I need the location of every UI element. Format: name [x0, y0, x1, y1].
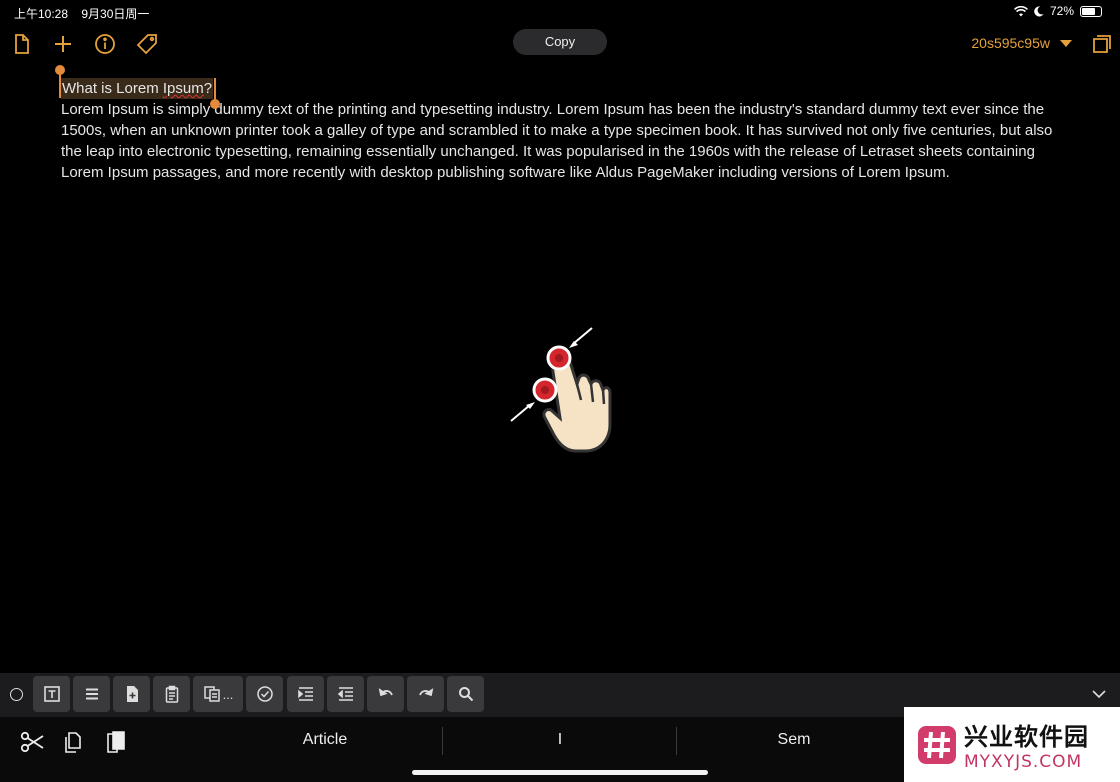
- body-paragraph[interactable]: Lorem Ipsum is simply dummy text of the …: [61, 99, 1061, 183]
- document-name[interactable]: 20s595c95w: [971, 35, 1050, 51]
- battery-percent: 72%: [1049, 4, 1074, 18]
- pinch-gesture-icon: [510, 327, 612, 453]
- selection-end-caret: [214, 78, 217, 100]
- collapse-keyboard-icon[interactable]: [1090, 685, 1108, 703]
- outdent-icon[interactable]: [327, 676, 364, 712]
- search-icon[interactable]: [447, 676, 484, 712]
- redo-icon[interactable]: [407, 676, 444, 712]
- site-watermark: 兴业软件园 MYXYJS.COM: [904, 707, 1120, 782]
- document-icon[interactable]: [10, 32, 34, 56]
- paste-icon[interactable]: [103, 729, 129, 755]
- undo-icon[interactable]: [367, 676, 404, 712]
- status-bar: 上午10:28 9月30日周一 72%: [0, 0, 1120, 24]
- info-icon[interactable]: [93, 32, 117, 56]
- misspelled-word[interactable]: Ipsum: [163, 80, 204, 97]
- copy-button[interactable]: Copy: [513, 29, 607, 55]
- indent-icon[interactable]: [287, 676, 324, 712]
- status-date: 9月30日周一: [81, 7, 150, 21]
- document-editor[interactable]: What is Lorem Ipsum? Lorem Ipsum is simp…: [55, 65, 1061, 183]
- battery-icon: [1080, 5, 1102, 17]
- text-format-icon[interactable]: [33, 676, 70, 712]
- selection-start-handle[interactable]: [55, 65, 65, 75]
- clipboard-icon[interactable]: [153, 676, 190, 712]
- moon-icon: [1034, 5, 1044, 16]
- expand-window-icon[interactable]: [1090, 32, 1114, 56]
- suggestion-1[interactable]: Article: [225, 731, 425, 749]
- wifi-icon: [1014, 5, 1028, 16]
- checkbox-icon[interactable]: [246, 676, 283, 712]
- plus-icon[interactable]: [51, 32, 75, 56]
- suggestion-divider: [442, 727, 443, 755]
- list-icon[interactable]: [73, 676, 110, 712]
- copy-icon[interactable]: [61, 729, 87, 755]
- suggestion-3[interactable]: Sem: [694, 731, 894, 749]
- top-toolbar: Copy 20s595c95w: [0, 28, 1120, 60]
- copy-more-ellipsis: ...: [222, 686, 234, 702]
- copy-more-icon[interactable]: ...: [193, 676, 243, 712]
- scissors-icon[interactable]: [19, 729, 45, 755]
- suggestion-2[interactable]: I: [460, 731, 660, 749]
- heading-text-start: What is Lorem: [62, 80, 163, 97]
- new-file-icon[interactable]: [113, 676, 150, 712]
- status-time: 上午10:28: [14, 7, 69, 21]
- battery-fill: [1082, 7, 1095, 15]
- mode-radio-button[interactable]: [10, 688, 23, 701]
- chevron-down-icon[interactable]: [1060, 40, 1072, 47]
- home-indicator[interactable]: [412, 770, 708, 775]
- tag-icon[interactable]: [135, 32, 159, 56]
- selection-start-caret: [59, 74, 61, 98]
- selected-heading[interactable]: What is Lorem Ipsum?: [55, 65, 221, 109]
- suggestion-divider: [676, 727, 677, 755]
- watermark-cn: 兴业软件园: [964, 723, 1089, 751]
- hash-logo-icon: [918, 725, 956, 764]
- heading-text-end: ?: [203, 80, 213, 97]
- watermark-en: MYXYJS.COM: [964, 752, 1083, 772]
